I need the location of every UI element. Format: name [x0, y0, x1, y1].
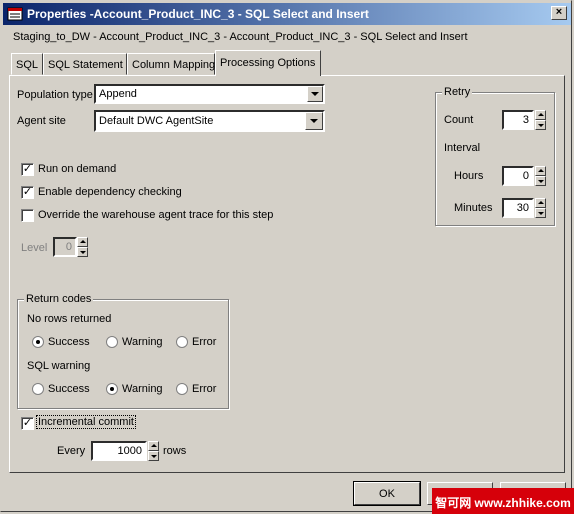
population-type-select[interactable]: Append [94, 84, 325, 104]
spin-up-button [77, 237, 88, 247]
spin-down-button[interactable] [535, 208, 546, 218]
sql-warning-warning-radio[interactable] [106, 383, 118, 395]
close-icon: × [555, 6, 563, 18]
no-rows-returned-label: No rows returned [27, 313, 112, 325]
radio-label: Warning [122, 336, 163, 348]
spin-up-button[interactable] [535, 110, 546, 120]
enable-dependency-label: Enable dependency checking [38, 186, 182, 198]
tab-label: Column Mapping [132, 59, 216, 71]
radio-selected-dot [36, 340, 40, 344]
checkmark-icon: ✓ [22, 186, 33, 198]
spin-down-button [77, 247, 88, 257]
watermark-banner: 智可网 www.zhhike.com [432, 488, 574, 514]
checkmark-icon: ✓ [22, 417, 33, 429]
spin-up-button[interactable] [535, 198, 546, 208]
incremental-commit-label: Incremental commit [36, 415, 136, 429]
agent-site-label: Agent site [17, 115, 66, 127]
retry-group-label: Retry [442, 86, 473, 98]
minutes-label: Minutes [454, 202, 493, 214]
ok-button[interactable]: OK [353, 481, 421, 506]
spin-up-button[interactable] [535, 166, 546, 176]
app-icon [7, 7, 23, 21]
interval-label: Interval [444, 142, 481, 154]
minutes-field[interactable]: 30 [502, 198, 534, 218]
chevron-down-icon [311, 92, 319, 96]
radio-label: Success [48, 383, 90, 395]
arrow-up-icon [538, 113, 544, 116]
arrow-up-icon [538, 169, 544, 172]
arrow-down-icon [538, 212, 544, 215]
spin-down-button[interactable] [148, 451, 159, 461]
chevron-down-icon [310, 119, 318, 123]
tab-sql-statement[interactable]: SQL Statement [43, 53, 127, 75]
population-type-label: Population type [17, 89, 93, 101]
return-codes-group-label: Return codes [24, 293, 94, 305]
override-trace-checkbox[interactable] [21, 209, 34, 222]
no-rows-error-radio[interactable] [176, 336, 188, 348]
level-label: Level [21, 242, 48, 254]
run-on-demand-checkbox[interactable]: ✓ [21, 163, 34, 176]
radio-label: Warning [122, 383, 163, 395]
arrow-down-icon [151, 455, 157, 458]
title-bar[interactable]: Properties -Account_Product_INC_3 - SQL … [3, 3, 571, 25]
radio-selected-dot [110, 387, 114, 391]
sql-warning-label: SQL warning [27, 360, 91, 372]
arrow-down-icon [80, 251, 86, 254]
window-title: Properties -Account_Product_INC_3 - SQL … [27, 7, 369, 21]
step-path-label: Staging_to_DW - Account_Product_INC_3 - … [13, 31, 468, 43]
count-field[interactable]: 3 [502, 110, 534, 130]
hours-label: Hours [454, 170, 484, 182]
agent-site-value: Default DWC AgentSite [99, 115, 214, 127]
tab-sql[interactable]: SQL [11, 53, 43, 75]
every-rows-field[interactable]: 1000 [91, 441, 147, 461]
arrow-down-icon [538, 180, 544, 183]
arrow-down-icon [538, 124, 544, 127]
spin-down-button[interactable] [535, 176, 546, 186]
tab-label: SQL Statement [48, 59, 123, 71]
tab-label: SQL [16, 59, 39, 71]
tab-column-mapping[interactable]: Column Mapping [127, 53, 215, 75]
population-type-value: Append [99, 88, 137, 100]
sql-warning-success-radio[interactable] [32, 383, 44, 395]
radio-label: Error [192, 336, 217, 348]
agent-site-select[interactable]: Default DWC AgentSite [94, 110, 325, 132]
level-field: 0 [53, 237, 77, 257]
no-rows-warning-radio[interactable] [106, 336, 118, 348]
spin-up-button[interactable] [148, 441, 159, 451]
run-on-demand-label: Run on demand [38, 163, 117, 175]
enable-dependency-checkbox[interactable]: ✓ [21, 186, 34, 199]
arrow-up-icon [80, 240, 86, 243]
properties-dialog: Properties -Account_Product_INC_3 - SQL … [0, 0, 572, 512]
arrow-up-icon [151, 444, 157, 447]
count-label: Count [444, 114, 474, 126]
sql-warning-error-radio[interactable] [176, 383, 188, 395]
hours-field[interactable]: 0 [502, 166, 534, 186]
dropdown-button[interactable] [307, 86, 323, 102]
checkmark-icon: ✓ [22, 163, 33, 175]
radio-label: Success [48, 336, 90, 348]
radio-label: Error [192, 383, 217, 395]
no-rows-success-radio[interactable] [32, 336, 44, 348]
override-trace-label: Override the warehouse agent trace for t… [38, 209, 274, 221]
every-label: Every [57, 445, 86, 457]
incremental-commit-checkbox[interactable]: ✓ [21, 417, 34, 430]
arrow-up-icon [538, 201, 544, 204]
close-button[interactable]: × [551, 6, 567, 20]
dropdown-button[interactable] [305, 112, 323, 130]
spin-down-button[interactable] [535, 120, 546, 130]
tab-label: Processing Options [220, 57, 316, 69]
rows-label: rows [163, 445, 187, 457]
tab-processing-options[interactable]: Processing Options [215, 50, 321, 76]
